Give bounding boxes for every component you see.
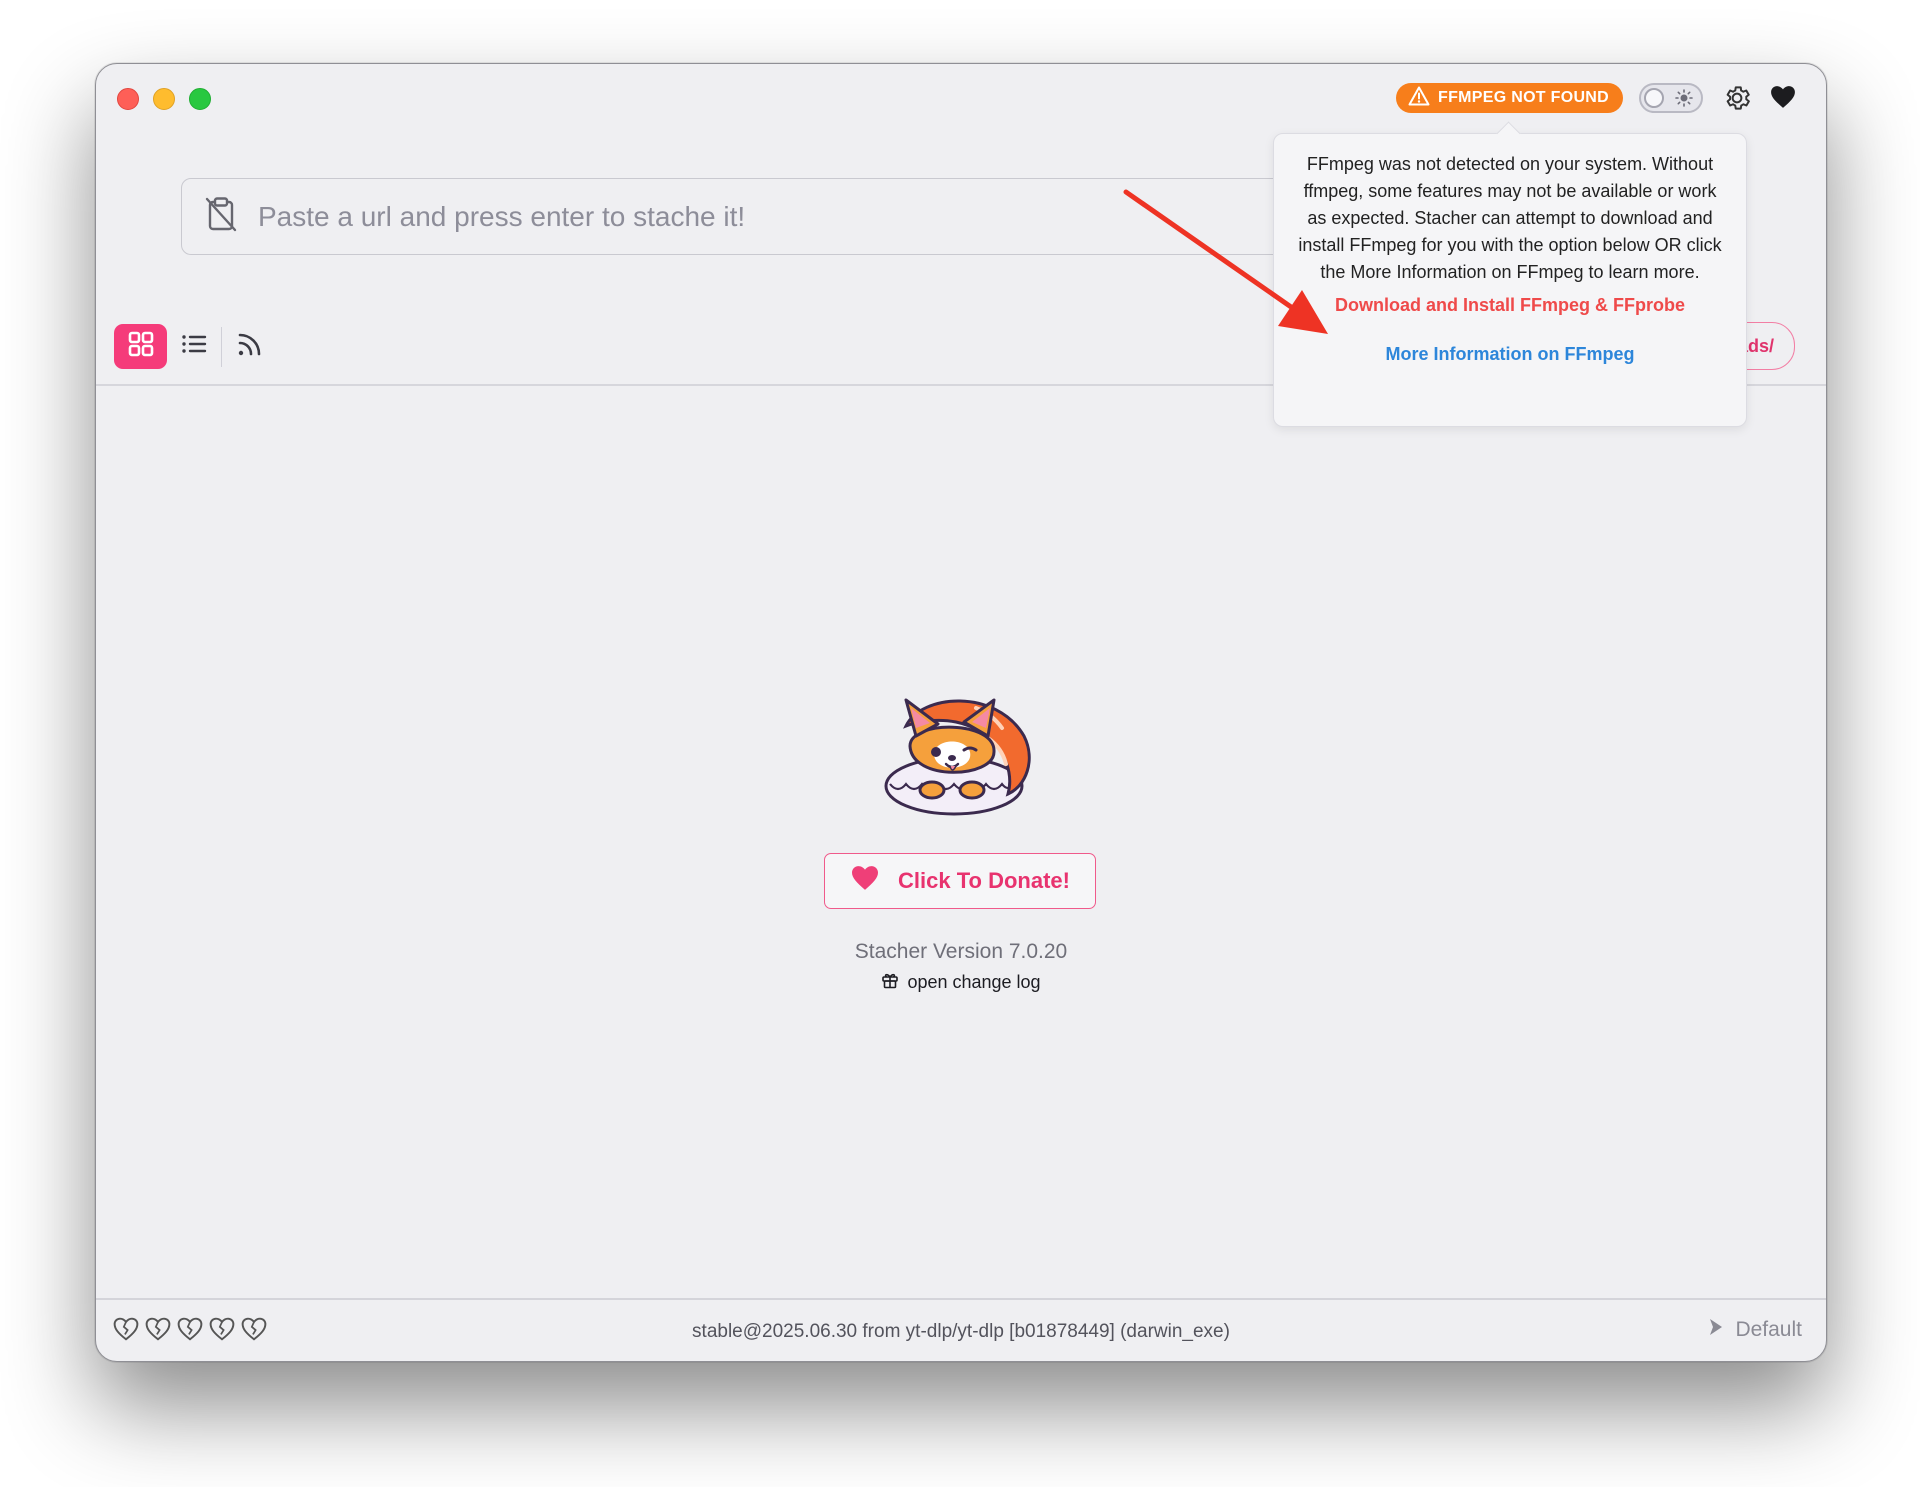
donate-label: Click To Donate! <box>898 868 1070 893</box>
yt-dlp-status: stable@2025.06.30 from yt-dlp/yt-dlp [b0… <box>692 1321 1230 1342</box>
ffmpeg-info-link[interactable]: More Information on FFmpeg <box>1298 344 1722 365</box>
grid-icon <box>127 330 155 363</box>
app-version: Stacher Version 7.0.20 <box>854 940 1068 963</box>
ffmpeg-popover: FFmpeg was not detected on your system. … <box>1273 133 1747 427</box>
ffmpeg-badge-label: FFMPEG NOT FOUND <box>1438 89 1610 106</box>
heart-icon[interactable] <box>1770 85 1796 114</box>
list-icon <box>180 330 208 363</box>
theme-toggle[interactable] <box>1639 83 1703 113</box>
list-view-button[interactable] <box>167 324 220 369</box>
view-separator <box>221 326 222 367</box>
gift-icon <box>881 971 899 994</box>
ffmpeg-not-found-badge[interactable]: FFMPEG NOT FOUND <box>1396 83 1624 113</box>
rss-view-button[interactable] <box>223 324 276 369</box>
footer-divider <box>96 1298 1826 1300</box>
gear-icon[interactable] <box>1722 83 1752 118</box>
view-switcher <box>114 324 276 369</box>
clipboard-off-icon[interactable] <box>204 196 238 237</box>
donate-button[interactable]: Click To Donate! <box>824 853 1096 909</box>
window-controls <box>117 88 211 110</box>
close-window-button[interactable] <box>117 88 139 110</box>
grid-view-button[interactable] <box>114 324 167 369</box>
profile-label: Default <box>1735 1318 1802 1341</box>
changelog-link[interactable]: open change log <box>96 971 1826 994</box>
corgi-sushi-mascot <box>876 686 1036 823</box>
profile-selector[interactable]: Default <box>1707 1317 1802 1343</box>
sun-icon <box>1674 88 1694 113</box>
heart-icon <box>850 865 880 897</box>
toggle-knob <box>1644 88 1664 108</box>
warning-icon <box>1408 86 1430 111</box>
popover-message: FFmpeg was not detected on your system. … <box>1298 154 1722 282</box>
zoom-window-button[interactable] <box>189 88 211 110</box>
minimize-window-button[interactable] <box>153 88 175 110</box>
chevron-right-icon <box>1707 1317 1725 1343</box>
rss-icon <box>236 330 264 363</box>
changelog-label: open change log <box>907 972 1041 992</box>
app-window: FFMPEG NOT FOUND Paste a url and press e… <box>95 63 1827 1362</box>
install-ffmpeg-link[interactable]: Download and Install FFmpeg & FFprobe <box>1298 295 1722 316</box>
